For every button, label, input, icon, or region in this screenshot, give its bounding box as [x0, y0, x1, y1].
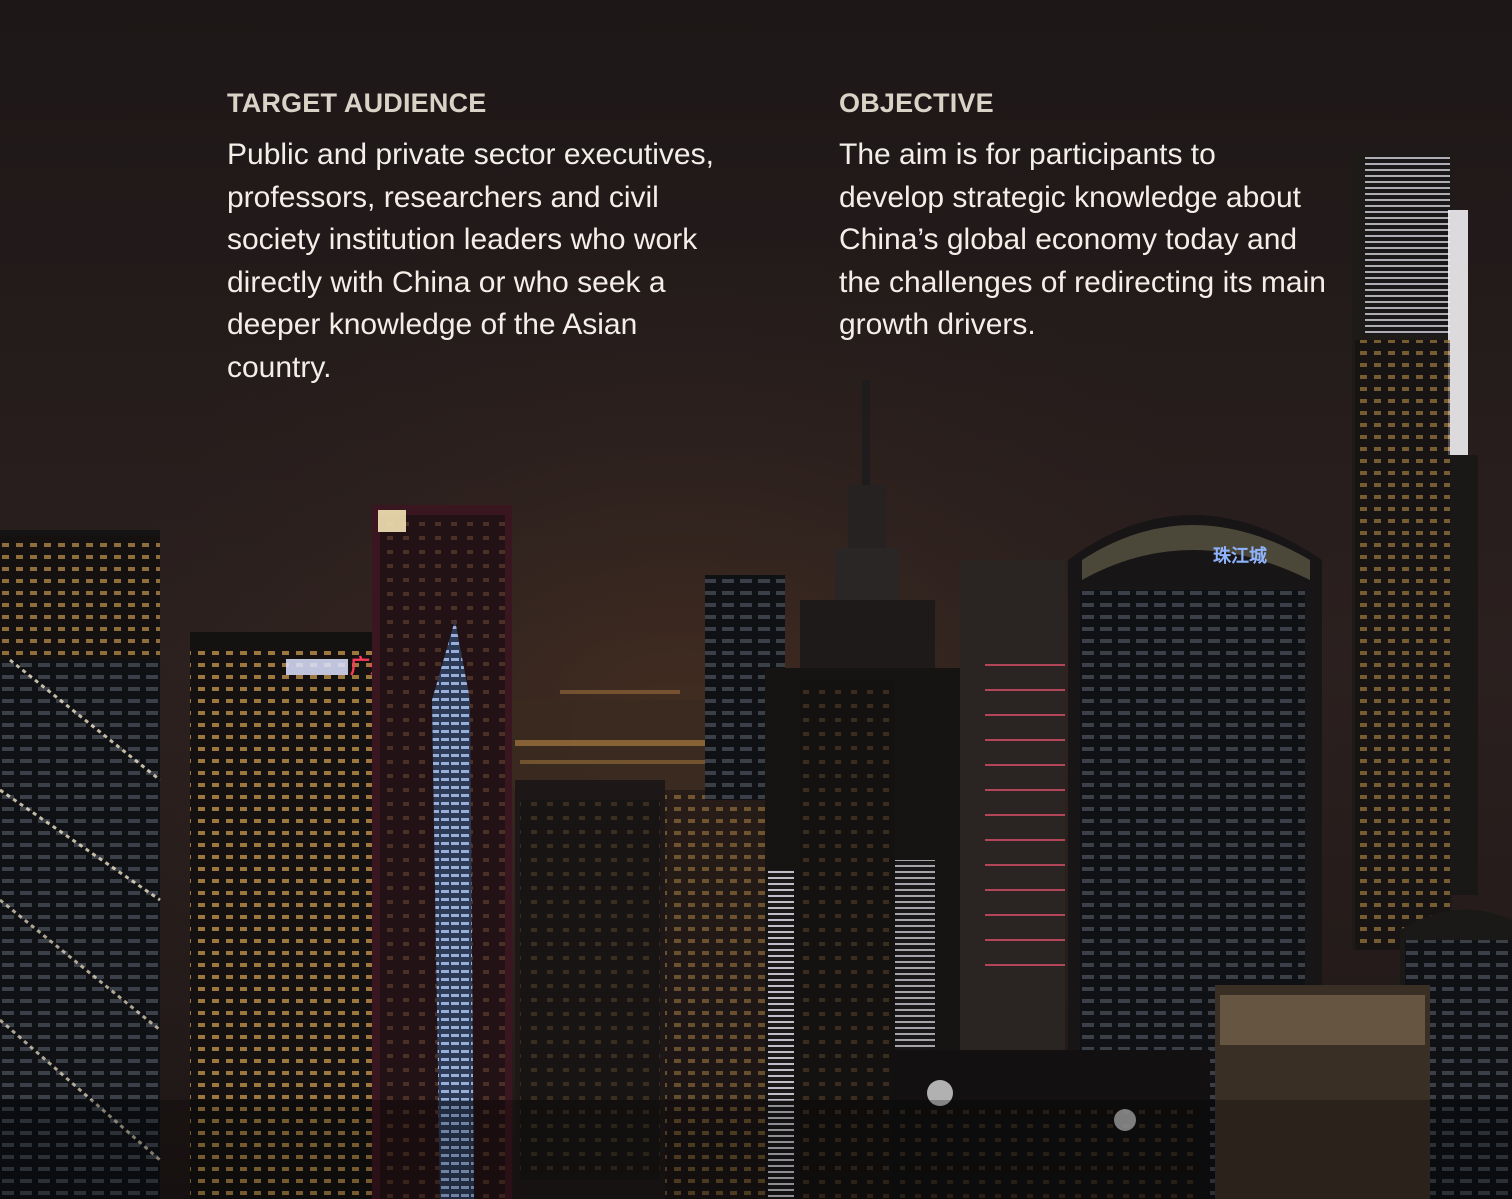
hero-section: 广州银行 [0, 0, 1512, 1199]
target-audience-heading: TARGET AUDIENCE [227, 88, 487, 118]
tower-sign: 珠江城 [1213, 545, 1267, 567]
target-audience-section: TARGET AUDIENCE Public and private secto… [227, 86, 727, 389]
objective-heading: OBJECTIVE [839, 88, 994, 118]
objective-section: OBJECTIVE The aim is for participants to… [839, 86, 1339, 347]
target-audience-text: Public and private sector executives, pr… [227, 138, 714, 384]
objective-text: The aim is for participants to develop s… [839, 138, 1326, 341]
